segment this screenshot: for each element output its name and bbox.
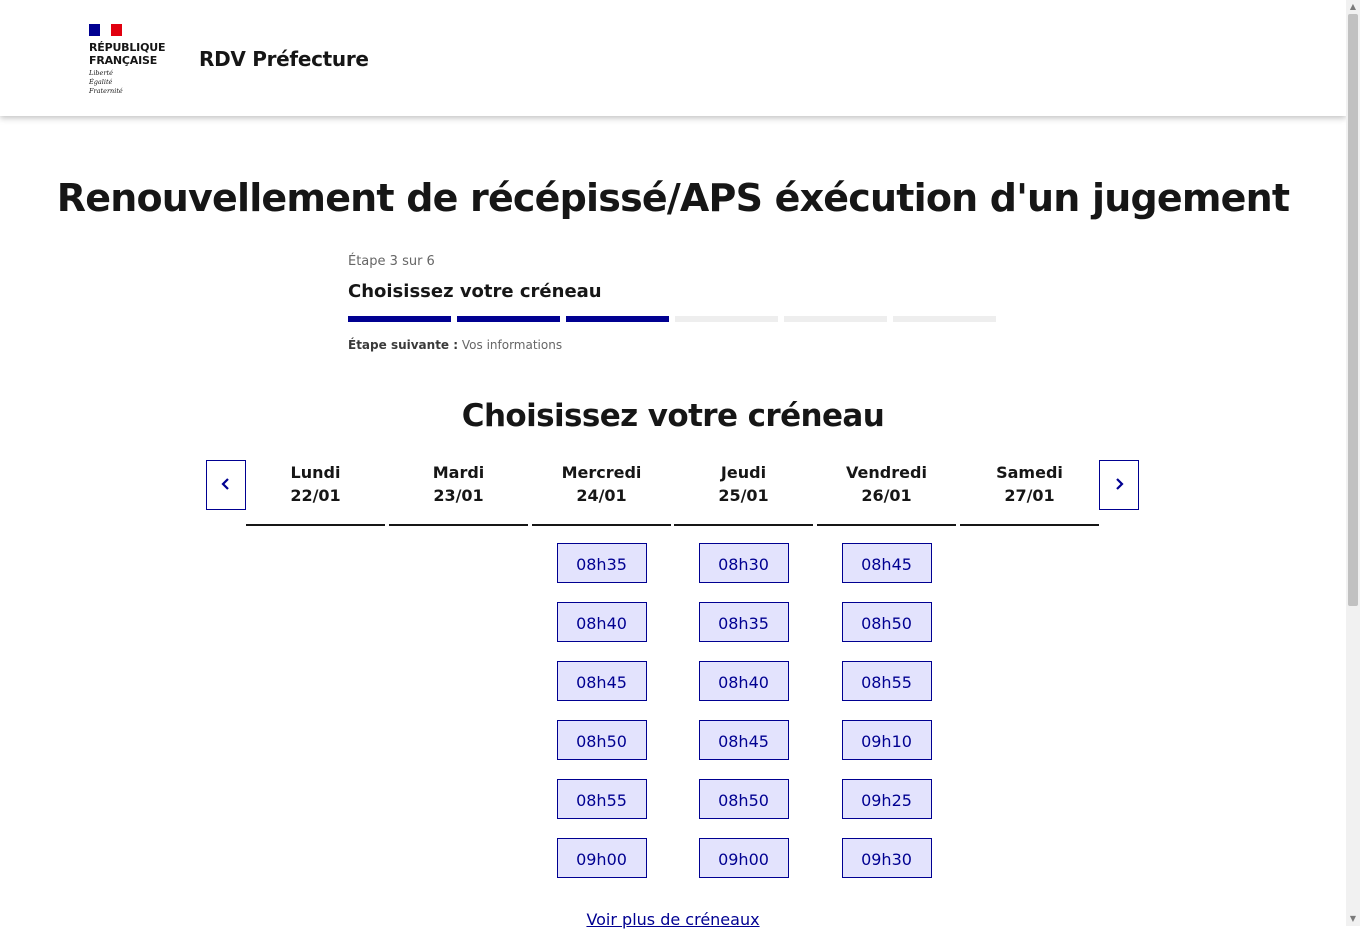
calendar-title: Choisissez votre créneau <box>461 398 885 434</box>
day-column: Jeudi 25/01 08h30 08h35 08h40 08h45 08h50 09h00 <box>674 462 813 897</box>
scroll-thumb[interactable] <box>1348 14 1358 606</box>
time-slot-button[interactable]: 08h55 <box>841 661 932 701</box>
time-slot-button[interactable]: 08h45 <box>841 543 932 583</box>
motto-line: Égalité <box>89 78 113 86</box>
time-slot-button[interactable]: 08h50 <box>698 779 789 819</box>
scroll-up-arrow-icon[interactable]: ▲ <box>1346 0 1360 14</box>
slot-list: 08h45 08h50 08h55 09h10 09h25 09h30 <box>817 543 956 878</box>
day-date: 23/01 <box>433 486 484 505</box>
page-title: Renouvellement de récépissé/APS éxécutio… <box>56 176 1290 220</box>
logo-line: FRANÇAISE <box>89 54 158 67</box>
time-slot-button[interactable]: 08h50 <box>841 602 932 642</box>
motto-line: Fraternité <box>89 87 123 95</box>
day-name: Mardi <box>432 463 485 482</box>
stepper-bar-segment <box>784 316 887 322</box>
day-header: Vendredi 26/01 <box>817 462 956 526</box>
time-slot-button[interactable]: 08h55 <box>556 779 647 819</box>
day-name: Samedi <box>996 463 1063 482</box>
day-date: 26/01 <box>861 486 912 505</box>
day-header: Mercredi 24/01 <box>532 462 671 526</box>
stepper: Étape 3 sur 6 Choisissez votre créneau É… <box>348 254 998 352</box>
time-slot-button[interactable]: 08h35 <box>698 602 789 642</box>
day-name: Jeudi <box>720 463 767 482</box>
stepper-title: Choisissez votre créneau <box>348 281 602 302</box>
time-slot-button[interactable]: 08h35 <box>556 543 647 583</box>
day-name: Vendredi <box>846 463 927 482</box>
day-column: Lundi 22/01 <box>246 462 385 543</box>
logo-text: RÉPUBLIQUE FRANÇAISE <box>89 41 179 67</box>
republique-francaise-logo[interactable]: RÉPUBLIQUE FRANÇAISE Liberté Égalité Fra… <box>89 24 179 96</box>
more-slots-link[interactable]: Voir plus de créneaux <box>0 910 1346 929</box>
day-header: Samedi 27/01 <box>960 462 1099 526</box>
time-slot-button[interactable]: 09h00 <box>556 838 647 878</box>
previous-days-button[interactable] <box>206 460 246 510</box>
day-name: Mercredi <box>561 463 642 482</box>
chevron-right-icon <box>1113 475 1125 496</box>
chevron-left-icon <box>220 475 232 496</box>
slot-list: 08h35 08h40 08h45 08h50 08h55 09h00 <box>532 543 671 878</box>
day-name: Lundi <box>290 463 341 482</box>
time-slot-button[interactable]: 08h40 <box>556 602 647 642</box>
day-column: Vendredi 26/01 08h45 08h50 08h55 09h10 09h25 09… <box>817 462 956 897</box>
day-column: Samedi 27/01 <box>960 462 1099 543</box>
motto-line: Liberté <box>89 69 113 77</box>
stepper-bar-segment <box>457 316 560 322</box>
time-slot-button[interactable]: 08h45 <box>556 661 647 701</box>
day-header: Lundi 22/01 <box>246 462 385 526</box>
day-header: Mardi 23/01 <box>389 462 528 526</box>
stepper-state: Étape 3 sur 6 <box>348 254 435 269</box>
stepper-progress <box>348 316 998 322</box>
site-header: RÉPUBLIQUE FRANÇAISE Liberté Égalité Fra… <box>0 0 1346 116</box>
time-slot-button[interactable]: 09h00 <box>698 838 789 878</box>
day-column: Mercredi 24/01 08h35 08h40 08h45 08h50 08h55 09… <box>532 462 671 897</box>
day-column: Mardi 23/01 <box>389 462 528 543</box>
stepper-next-value: Vos informations <box>461 338 563 352</box>
page-scrollbar[interactable]: ▲ ▼ <box>1346 0 1360 926</box>
time-slot-button[interactable]: 08h30 <box>698 543 789 583</box>
stepper-bar-segment <box>348 316 451 322</box>
marianne-flag-icon <box>89 24 122 36</box>
motto: Liberté Égalité Fraternité <box>89 69 179 96</box>
time-slot-button[interactable]: 08h45 <box>698 720 789 760</box>
stepper-next-step: Étape suivante : Vos informations <box>348 338 998 352</box>
logo-line: RÉPUBLIQUE <box>89 41 166 54</box>
slot-list: 08h30 08h35 08h40 08h45 08h50 09h00 <box>674 543 813 878</box>
stepper-bar-segment <box>675 316 778 322</box>
time-slot-button[interactable]: 08h50 <box>556 720 647 760</box>
stepper-next-label: Étape suivante : <box>348 338 459 352</box>
day-date: 24/01 <box>576 486 627 505</box>
time-slot-button[interactable]: 09h10 <box>841 720 932 760</box>
service-title[interactable]: RDV Préfecture <box>199 47 369 71</box>
time-slot-button[interactable]: 09h30 <box>841 838 932 878</box>
time-slot-button[interactable]: 08h40 <box>698 661 789 701</box>
day-header: Jeudi 25/01 <box>674 462 813 526</box>
stepper-bar-segment <box>566 316 669 322</box>
next-days-button[interactable] <box>1099 460 1139 510</box>
day-date: 25/01 <box>718 486 769 505</box>
stepper-bar-segment <box>893 316 996 322</box>
day-date: 27/01 <box>1004 486 1055 505</box>
scroll-down-arrow-icon[interactable]: ▼ <box>1346 912 1360 926</box>
day-date: 22/01 <box>290 486 341 505</box>
time-slot-button[interactable]: 09h25 <box>841 779 932 819</box>
